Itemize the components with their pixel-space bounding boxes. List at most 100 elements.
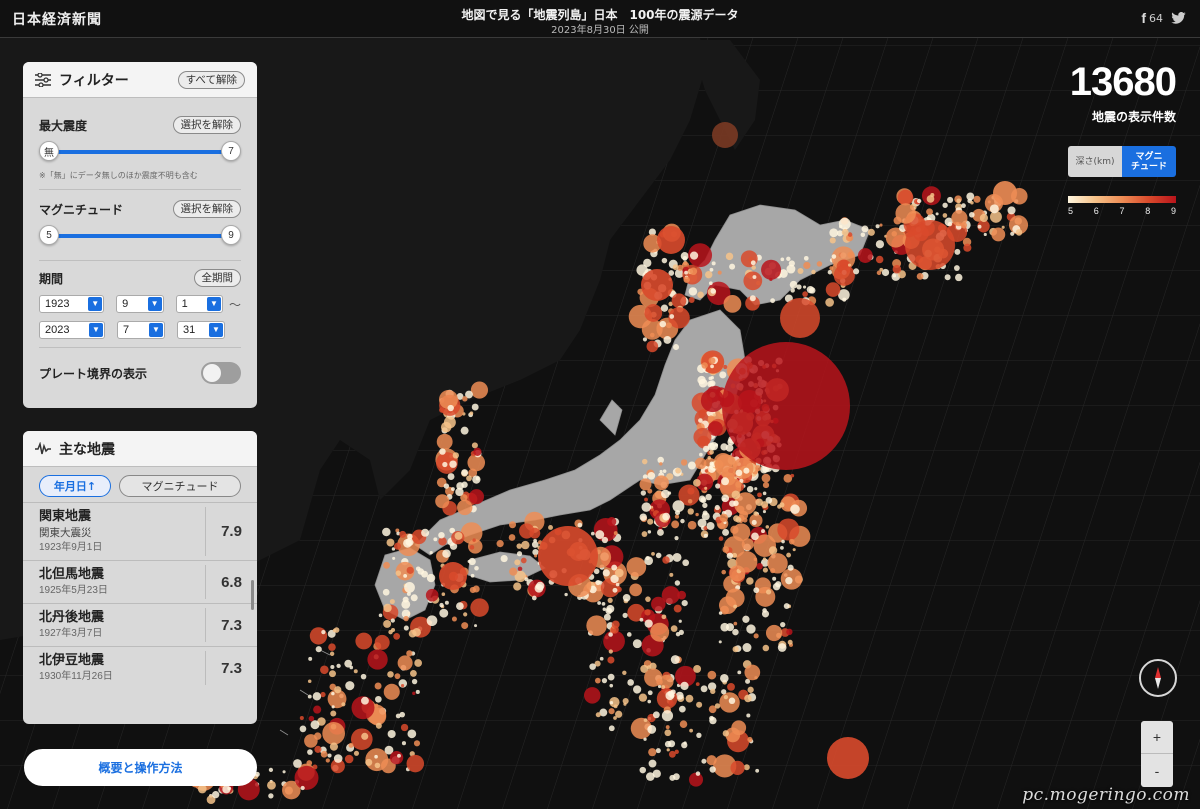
quake-marker (461, 469, 469, 477)
depth-mode-button[interactable]: 深さ(km) (1068, 146, 1122, 177)
quake-marker (879, 267, 884, 272)
quake-marker (442, 549, 451, 558)
quake-marker (412, 691, 416, 696)
quake-marker (735, 469, 743, 477)
quake-marker (516, 551, 523, 557)
quake-marker (857, 248, 873, 263)
quake-marker (609, 701, 614, 705)
quake-marker (633, 685, 642, 694)
quake-marker (829, 228, 839, 238)
max-intensity-clear-button[interactable]: 選択を解除 (172, 116, 241, 134)
from-day-select[interactable]: 1 ▼ (175, 295, 223, 313)
quake-marker (622, 670, 627, 676)
magnitude-max-handle[interactable]: 9 (221, 225, 241, 245)
quake-marker (706, 755, 717, 766)
quake-marker (564, 592, 568, 597)
quake-marker (714, 459, 724, 469)
facebook-share[interactable]: f 64 (1141, 10, 1163, 26)
to-year-select[interactable]: 2023 ▼ (39, 321, 105, 339)
quake-marker (689, 728, 693, 733)
sort-by-date-button[interactable]: 年月日↑ (39, 475, 111, 497)
overview-and-help-button[interactable]: 概要と操作方法 (24, 749, 257, 786)
max-intensity-min-handle[interactable]: 無 (39, 141, 59, 161)
quake-marker (227, 786, 232, 791)
list-item[interactable]: 北丹後地震 1927年3月7日 7.3 (23, 603, 257, 646)
quake-marker (508, 521, 517, 529)
quake-marker (439, 448, 446, 455)
quake-marker (607, 656, 615, 664)
quake-marker (729, 263, 736, 270)
quake-marker (700, 685, 708, 693)
quake-marker (330, 710, 337, 717)
quake-marker (639, 478, 652, 491)
quake-marker (744, 694, 752, 703)
quake-marker (299, 716, 304, 721)
quake-marker (671, 293, 687, 309)
quake-marker (770, 298, 776, 304)
quake-marker (702, 502, 708, 509)
to-month-select[interactable]: 7 ▼ (117, 321, 165, 339)
quake-marker (777, 518, 800, 541)
quake-marker (761, 473, 771, 483)
list-item[interactable]: 北但馬地震 1925年5月23日 6.8 (23, 560, 257, 603)
magnitude-slider[interactable]: 5 9 (39, 224, 241, 248)
from-year-select[interactable]: 1923 ▼ (39, 295, 105, 313)
quake-marker (383, 619, 392, 628)
sort-by-magnitude-button[interactable]: マグニチュード (119, 475, 241, 497)
compass-button[interactable] (1139, 659, 1177, 697)
quake-marker (780, 621, 786, 628)
quake-marker (615, 568, 624, 578)
legend-tick: 6 (1093, 206, 1099, 216)
twitter-share[interactable] (1171, 12, 1186, 24)
magnitude-mode-button[interactable]: マグニ チュード (1122, 146, 1176, 177)
toggle-knob (203, 364, 221, 382)
quake-marker (875, 255, 884, 264)
quake-marker (689, 251, 699, 260)
quake-marker (785, 577, 793, 585)
quake-marker (413, 740, 421, 747)
to-day-select[interactable]: 31 ▼ (177, 321, 225, 339)
quake-marker (715, 483, 721, 489)
quake-marker (722, 730, 729, 737)
quake-magnitude: 7.3 (205, 608, 257, 642)
quake-marker (669, 774, 676, 781)
quake-marker (761, 501, 769, 509)
zoom-out-button[interactable]: - (1141, 754, 1173, 787)
from-month-select[interactable]: 9 ▼ (116, 295, 164, 313)
quake-marker (687, 487, 695, 495)
quake-marker (714, 703, 721, 709)
quake-marker (670, 625, 678, 632)
quake-marker (746, 577, 754, 585)
max-intensity-max-handle[interactable]: 7 (221, 141, 241, 161)
quake-marker (626, 557, 647, 577)
quake-marker (735, 516, 742, 523)
quake-marker (721, 689, 727, 695)
zoom-in-button[interactable]: + (1141, 721, 1173, 754)
list-item[interactable]: 北伊豆地震 1930年11月26日 7.3 (23, 646, 257, 689)
chevron-down-icon: ▼ (209, 323, 223, 337)
magnitude-min-handle[interactable]: 5 (39, 225, 59, 245)
quake-marker (387, 671, 394, 678)
plate-boundary-toggle[interactable] (201, 362, 241, 384)
list-scrollbar[interactable] (251, 580, 254, 610)
quake-marker (647, 690, 653, 696)
quake-marker (860, 232, 866, 238)
quake-marker (394, 673, 401, 680)
quake-marker (374, 762, 381, 769)
chevron-down-icon: ▼ (149, 323, 163, 337)
reset-all-button[interactable]: すべて解除 (177, 70, 245, 89)
quake-name: 北丹後地震 (39, 610, 105, 625)
quake-marker (673, 344, 680, 351)
quake-marker (721, 477, 730, 486)
list-item[interactable]: 関東地震 関東大震災 1923年9月1日 7.9 (23, 502, 257, 560)
all-period-button[interactable]: 全期間 (193, 269, 241, 287)
quake-marker (647, 725, 657, 734)
quake-marker (601, 536, 609, 544)
magnitude-clear-button[interactable]: 選択を解除 (172, 200, 241, 218)
quake-marker (577, 522, 583, 528)
quake-marker (712, 413, 716, 417)
quake-marker (734, 476, 738, 480)
quake-marker (825, 282, 841, 297)
max-intensity-slider[interactable]: 無 7 (39, 140, 241, 164)
quake-list[interactable]: 関東地震 関東大震災 1923年9月1日 7.9 北但馬地震 1925年5月23… (23, 502, 257, 724)
